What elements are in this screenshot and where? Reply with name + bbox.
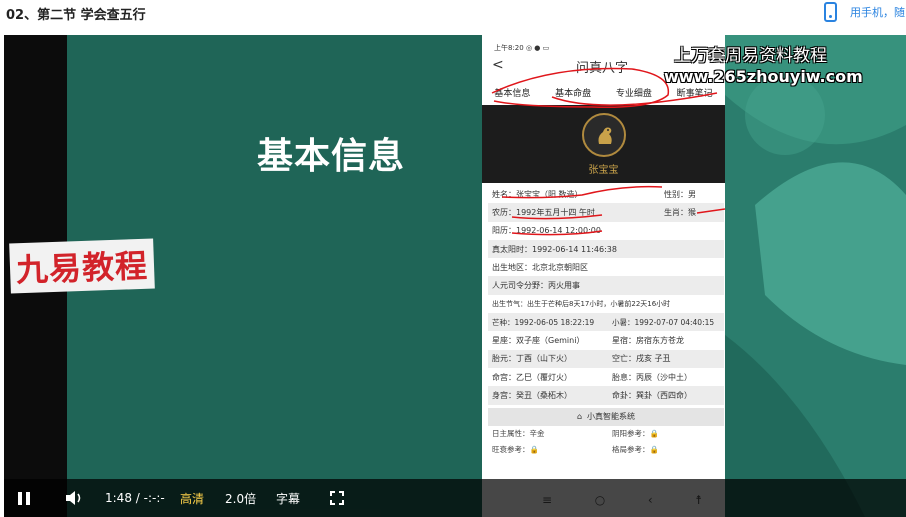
info-left: 星座：双子座（Gemini） bbox=[492, 336, 585, 346]
smart-system-header: ⌂ 小真智能系统 bbox=[488, 407, 724, 426]
info-row: 真太阳时：1992-06-14 11:46:38 bbox=[488, 239, 724, 259]
video-player[interactable]: 基本信息 九易教程 上午8:20 ◎ ● ▭ < 问真八字 基本信息 基本命盘 … bbox=[4, 35, 906, 517]
info-left: 命宫：乙巳（覆灯火） bbox=[492, 372, 572, 382]
mobile-phone-icon bbox=[824, 2, 837, 22]
info-left: 农历：1992年五月十四 午时 bbox=[492, 207, 595, 217]
speaker-icon bbox=[66, 491, 81, 505]
info-right: 胎息：丙辰（沙中土） bbox=[612, 372, 692, 382]
info-left: 旺衰参考：🔒 bbox=[492, 445, 539, 455]
pause-icon-bar bbox=[26, 491, 30, 505]
info-row: 出生地区：北京北京朝阳区 bbox=[488, 258, 724, 276]
info-right: 命卦：巽卦（西四命） bbox=[612, 390, 692, 400]
info-left: 胎元：丁酉（山下火） bbox=[492, 354, 572, 364]
decor-shapes bbox=[725, 35, 906, 517]
info-left: 出生节气：出生于芒种后8天17小时，小暑前22天16小时 bbox=[492, 299, 671, 308]
phone-screenshot: 上午8:20 ◎ ● ▭ < 问真八字 基本信息 基本命盘 专业细盘 断事笔记 … bbox=[482, 35, 725, 517]
page-title: 02、第二节 学会查五行 bbox=[6, 8, 146, 23]
info-left: 出生地区：北京北京朝阳区 bbox=[492, 262, 588, 272]
phone-tab-basic-chart: 基本命盘 bbox=[555, 88, 592, 99]
info-row: 姓名：张宝宝（阳 数造） 性别：男 bbox=[488, 185, 724, 203]
decorative-background bbox=[725, 35, 906, 517]
phone-status-bar: 上午8:20 ◎ ● ▭ bbox=[494, 44, 550, 52]
phone-tab-detail-chart: 专业细盘 bbox=[615, 88, 652, 99]
info-right: 生肖：猴 bbox=[664, 207, 696, 217]
volume-button[interactable] bbox=[64, 479, 88, 517]
profile-name: 张宝宝 bbox=[588, 165, 619, 176]
info-left: 身宫：癸丑（桑柘木） bbox=[492, 390, 572, 400]
info-right: 阴阳参考：🔒 bbox=[612, 429, 659, 439]
bazi-info-list: 姓名：张宝宝（阳 数造） 性别：男 农历：1992年五月十四 午时 生肖：猴 阳历：… bbox=[488, 185, 724, 458]
info-left: 真太阳时：1992-06-14 11:46:38 bbox=[492, 244, 617, 254]
zodiac-monkey-icon bbox=[582, 113, 626, 157]
mobile-view-link[interactable]: 用手机，随 bbox=[824, 2, 905, 22]
slide-heading: 基本信息 bbox=[257, 136, 406, 177]
fullscreen-icon bbox=[330, 491, 344, 505]
watermark-line1: 上万套周易资料教程 bbox=[674, 46, 827, 66]
phone-tab-basic-info: 基本信息 bbox=[494, 88, 531, 99]
playback-speed-button[interactable]: 2.0倍 bbox=[225, 479, 256, 517]
smart-system-label: 小真智能系统 bbox=[587, 412, 636, 422]
info-row: 日主属性：辛金 阴阳参考：🔒 bbox=[488, 426, 724, 442]
phone-profile-banner: 张宝宝 bbox=[482, 105, 725, 183]
info-left: 芒种：1992-06-05 18:22:19 bbox=[492, 317, 595, 327]
info-row: 胎元：丁酉（山下火） 空亡：戌亥 子丑 bbox=[488, 349, 724, 368]
info-right: 性别：男 bbox=[664, 189, 696, 199]
info-left: 阳历：1992-06-14 12:00:00 bbox=[492, 226, 601, 236]
info-row: 身宫：癸丑（桑柘木） 命卦：巽卦（西四命） bbox=[488, 386, 724, 405]
info-row: 芒种：1992-06-05 18:22:19 小暑：1992-07-07 04:4… bbox=[488, 313, 724, 332]
info-row: 旺衰参考：🔒 格局参考：🔒 bbox=[488, 442, 724, 458]
player-controls: 1:48 / -:-:- 高清 2.0倍 字幕 bbox=[4, 479, 906, 517]
fullscreen-button[interactable] bbox=[330, 479, 346, 517]
info-row: 星座：双子座（Gemini） 星宿：房宿东方苍龙 bbox=[488, 331, 724, 349]
phone-back-icon: < bbox=[492, 57, 504, 73]
info-row: 农历：1992年五月十四 午时 生肖：猴 bbox=[488, 203, 724, 222]
mobile-link-label: 用手机，随 bbox=[850, 6, 905, 19]
info-right: 小暑：1992-07-07 04:40:15 bbox=[612, 317, 715, 327]
channel-badge: 九易教程 bbox=[9, 238, 155, 294]
info-left: 人元司令分野：丙火用事 bbox=[492, 281, 580, 291]
pause-button[interactable] bbox=[18, 479, 36, 517]
info-row: 命宫：乙巳（覆灯火） 胎息：丙辰（沙中土） bbox=[488, 368, 724, 386]
quality-button[interactable]: 高清 bbox=[180, 479, 204, 517]
info-row: 出生节气：出生于芒种后8天17小时，小暑前22天16小时 bbox=[488, 295, 724, 313]
info-row: 人元司令分野：丙火用事 bbox=[488, 276, 724, 295]
info-left: 姓名：张宝宝（阳 数造） bbox=[492, 189, 583, 199]
watermark-line2: www.265zhouyiw.com bbox=[664, 67, 863, 86]
pause-icon bbox=[18, 491, 22, 505]
info-right: 空亡：戌亥 子丑 bbox=[612, 354, 671, 364]
subtitle-button[interactable]: 字幕 bbox=[276, 479, 300, 517]
info-right: 星宿：房宿东方苍龙 bbox=[612, 336, 684, 346]
top-bar: 02、第二节 学会查五行 用手机，随 bbox=[0, 0, 906, 34]
robot-icon: ⌂ bbox=[576, 412, 583, 422]
info-row: 阳历：1992-06-14 12:00:00 bbox=[488, 222, 724, 240]
phone-tab-notes: 断事笔记 bbox=[676, 88, 713, 99]
info-right: 格局参考：🔒 bbox=[612, 445, 659, 455]
info-left: 日主属性：辛金 bbox=[492, 429, 545, 439]
phone-app-title: 问真八字 bbox=[576, 61, 629, 76]
time-display: 1:48 / -:-:- bbox=[105, 491, 165, 505]
